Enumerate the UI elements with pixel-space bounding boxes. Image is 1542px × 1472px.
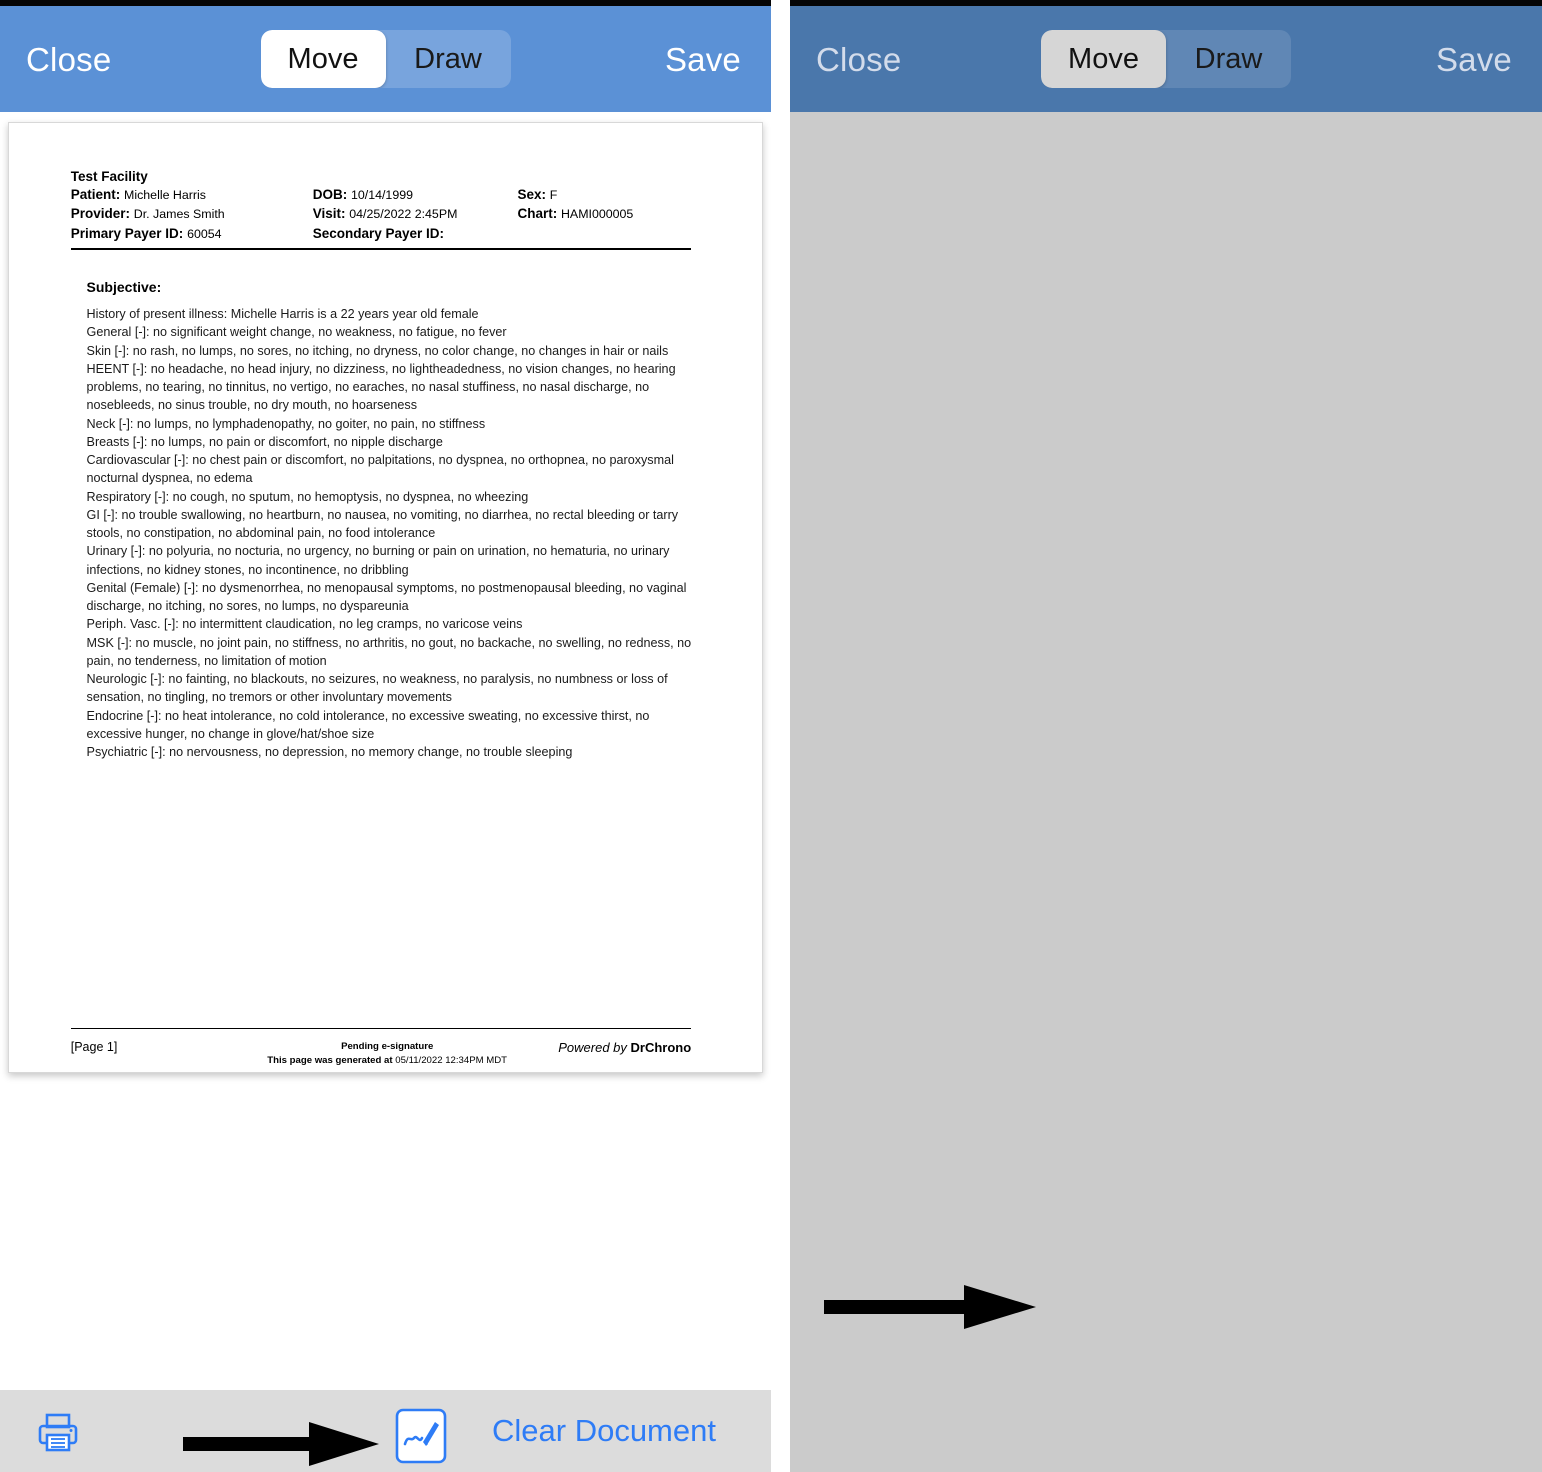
save-button-dimmed[interactable]: Save	[1436, 43, 1512, 76]
tab-move-dimmed[interactable]: Move	[1041, 30, 1166, 88]
footer-divider	[70, 1028, 692, 1030]
annotation-arrow-icon-2	[824, 1283, 1036, 1336]
generated-label: This page was generated at	[267, 1054, 393, 1066]
subjective-line: Neurologic [-]: no fainting, no blackout…	[86, 672, 668, 705]
powered-by-prefix: Powered by	[558, 1039, 631, 1055]
subjective-line: Genital (Female) [-]: no dysmenorrhea, n…	[86, 580, 687, 614]
subjective-line: General [-]: no significant weight chang…	[86, 325, 507, 340]
chart-value: HAMI000005	[560, 207, 634, 222]
close-button[interactable]: Close	[26, 43, 111, 76]
subjective-line: Urinary [-]: no polyuria, no nocturia, n…	[86, 544, 670, 577]
generated-timestamp: 05/11/2022 12:34PM MDT	[395, 1054, 508, 1066]
navigation-bar-dimmed: Close Move Draw Save	[790, 6, 1542, 112]
mode-segmented-control-dimmed[interactable]: Move Draw	[1041, 30, 1291, 88]
printer-icon[interactable]	[36, 1410, 80, 1459]
subjective-line: Periph. Vasc. [-]: no intermittent claud…	[86, 617, 523, 632]
subjective-line: Neck [-]: no lumps, no lymphadenopathy, …	[86, 416, 486, 431]
signature-pen-icon[interactable]	[395, 1408, 447, 1469]
annotation-arrow-icon	[183, 1420, 379, 1472]
subjective-line: Breasts [-]: no lumps, no pain or discom…	[86, 434, 443, 449]
tab-draw[interactable]: Draw	[386, 30, 511, 88]
screenshot-root: Close Move Draw Save Test Facility Patie…	[0, 0, 1542, 1472]
dob-value: 10/14/1999	[350, 187, 413, 202]
patient-label: Patient:	[70, 186, 121, 202]
document-header: Test Facility Patient: Michelle Harris D…	[70, 168, 692, 251]
primary-payer-label: Primary Payer ID:	[70, 225, 184, 241]
subjective-line: Endocrine [-]: no heat intolerance, no c…	[86, 708, 650, 741]
document-page[interactable]: Test Facility Patient: Michelle Harris D…	[8, 122, 763, 1073]
drchrono-brand: DrChrono	[630, 1039, 692, 1055]
save-button[interactable]: Save	[665, 43, 741, 76]
chart-label: Chart:	[517, 206, 558, 222]
tab-move[interactable]: Move	[260, 30, 386, 88]
powered-by: Powered by DrChrono	[517, 1040, 691, 1055]
navigation-bar: Close Move Draw Save	[0, 6, 771, 112]
page-number: [Page 1]	[70, 1039, 118, 1054]
tab-draw-dimmed[interactable]: Draw	[1166, 30, 1291, 88]
clear-document-button[interactable]: Clear Document	[492, 1413, 716, 1449]
document-footer: [Page 1] Pending e-signature This page w…	[71, 1040, 691, 1068]
subjective-line: Cardiovascular [-]: no chest pain or dis…	[86, 453, 674, 486]
subjective-line: MSK [-]: no muscle, no joint pain, no st…	[86, 635, 692, 668]
sex-label: Sex:	[517, 186, 546, 202]
subjective-line: History of present illness: Michelle Har…	[86, 307, 479, 322]
provider-label: Provider:	[70, 206, 131, 222]
subjective-line: Respiratory [-]: no cough, no sputum, no…	[86, 489, 529, 504]
header-divider	[70, 248, 692, 251]
panel-before-state: Close Move Draw Save Test Facility Patie…	[0, 0, 771, 1472]
patient-value: Michelle Harris	[124, 187, 206, 202]
secondary-payer-label: Secondary Payer ID:	[312, 225, 445, 241]
mode-segmented-control[interactable]: Move Draw	[260, 30, 511, 88]
facility-name: Test Facility	[70, 168, 148, 184]
subjective-lines: History of present illness: Michelle Har…	[87, 305, 702, 761]
panel-after-state: Close Move Draw Save Test Facility Patie…	[790, 0, 1542, 1472]
visit-value: 04/25/2022 2:45PM	[349, 207, 458, 222]
primary-payer-value: 60054	[187, 226, 222, 241]
subjective-line: Psychiatric [-]: no nervousness, no depr…	[86, 745, 573, 760]
close-button-dimmed[interactable]: Close	[816, 43, 901, 76]
bottom-toolbar: Clear Document	[0, 1390, 771, 1472]
subjective-line: Skin [-]: no rash, no lumps, no sores, n…	[86, 343, 669, 358]
subjective-line: GI [-]: no trouble swallowing, no heartb…	[86, 507, 679, 541]
visit-label: Visit:	[312, 206, 346, 222]
section-title-subjective: Subjective:	[86, 278, 162, 295]
provider-value: Dr. James Smith	[133, 207, 225, 222]
sex-value: F	[549, 187, 558, 202]
pending-signature-label: Pending e-signature	[341, 1040, 434, 1052]
dob-label: DOB:	[312, 186, 348, 202]
subjective-line: HEENT [-]: no headache, no head injury, …	[86, 361, 676, 413]
